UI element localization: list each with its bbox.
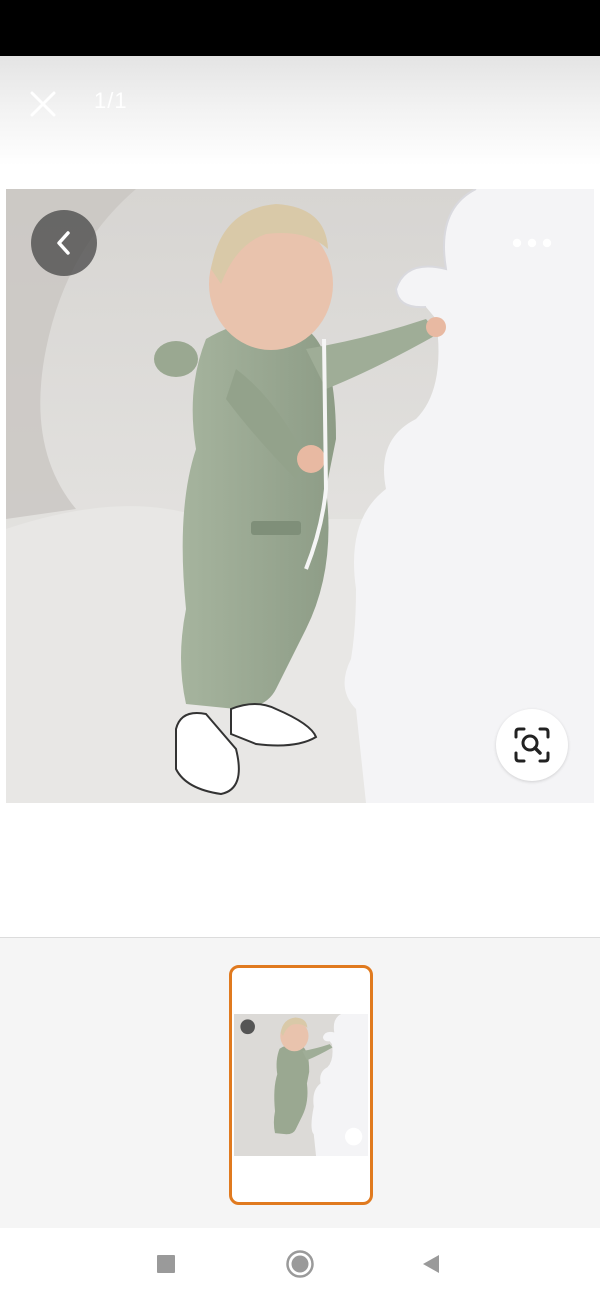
system-navigation-bar xyxy=(0,1228,600,1299)
main-image-frame[interactable] xyxy=(6,189,594,803)
product-photo xyxy=(6,189,594,803)
close-icon xyxy=(30,91,56,117)
status-bar xyxy=(0,0,600,56)
more-options-button[interactable] xyxy=(502,225,562,261)
triangle-back-icon xyxy=(423,1255,439,1273)
recents-button[interactable] xyxy=(144,1242,188,1286)
visual-search-icon xyxy=(514,727,550,763)
thumbnail-selected[interactable] xyxy=(229,965,373,1205)
square-icon xyxy=(157,1255,175,1273)
visual-search-button[interactable] xyxy=(496,709,568,781)
more-horizontal-icon xyxy=(512,238,552,248)
thumbnail-photo xyxy=(234,1014,368,1156)
thumbnail-strip xyxy=(0,937,600,1228)
home-button[interactable] xyxy=(278,1242,322,1286)
circle-icon xyxy=(286,1250,314,1278)
image-back-button[interactable] xyxy=(31,210,97,276)
close-button[interactable] xyxy=(22,83,64,125)
chevron-left-icon xyxy=(57,231,70,255)
viewer-top-bar: 1/1 xyxy=(0,56,600,166)
page-counter: 1/1 xyxy=(94,88,128,113)
system-back-button[interactable] xyxy=(409,1242,453,1286)
